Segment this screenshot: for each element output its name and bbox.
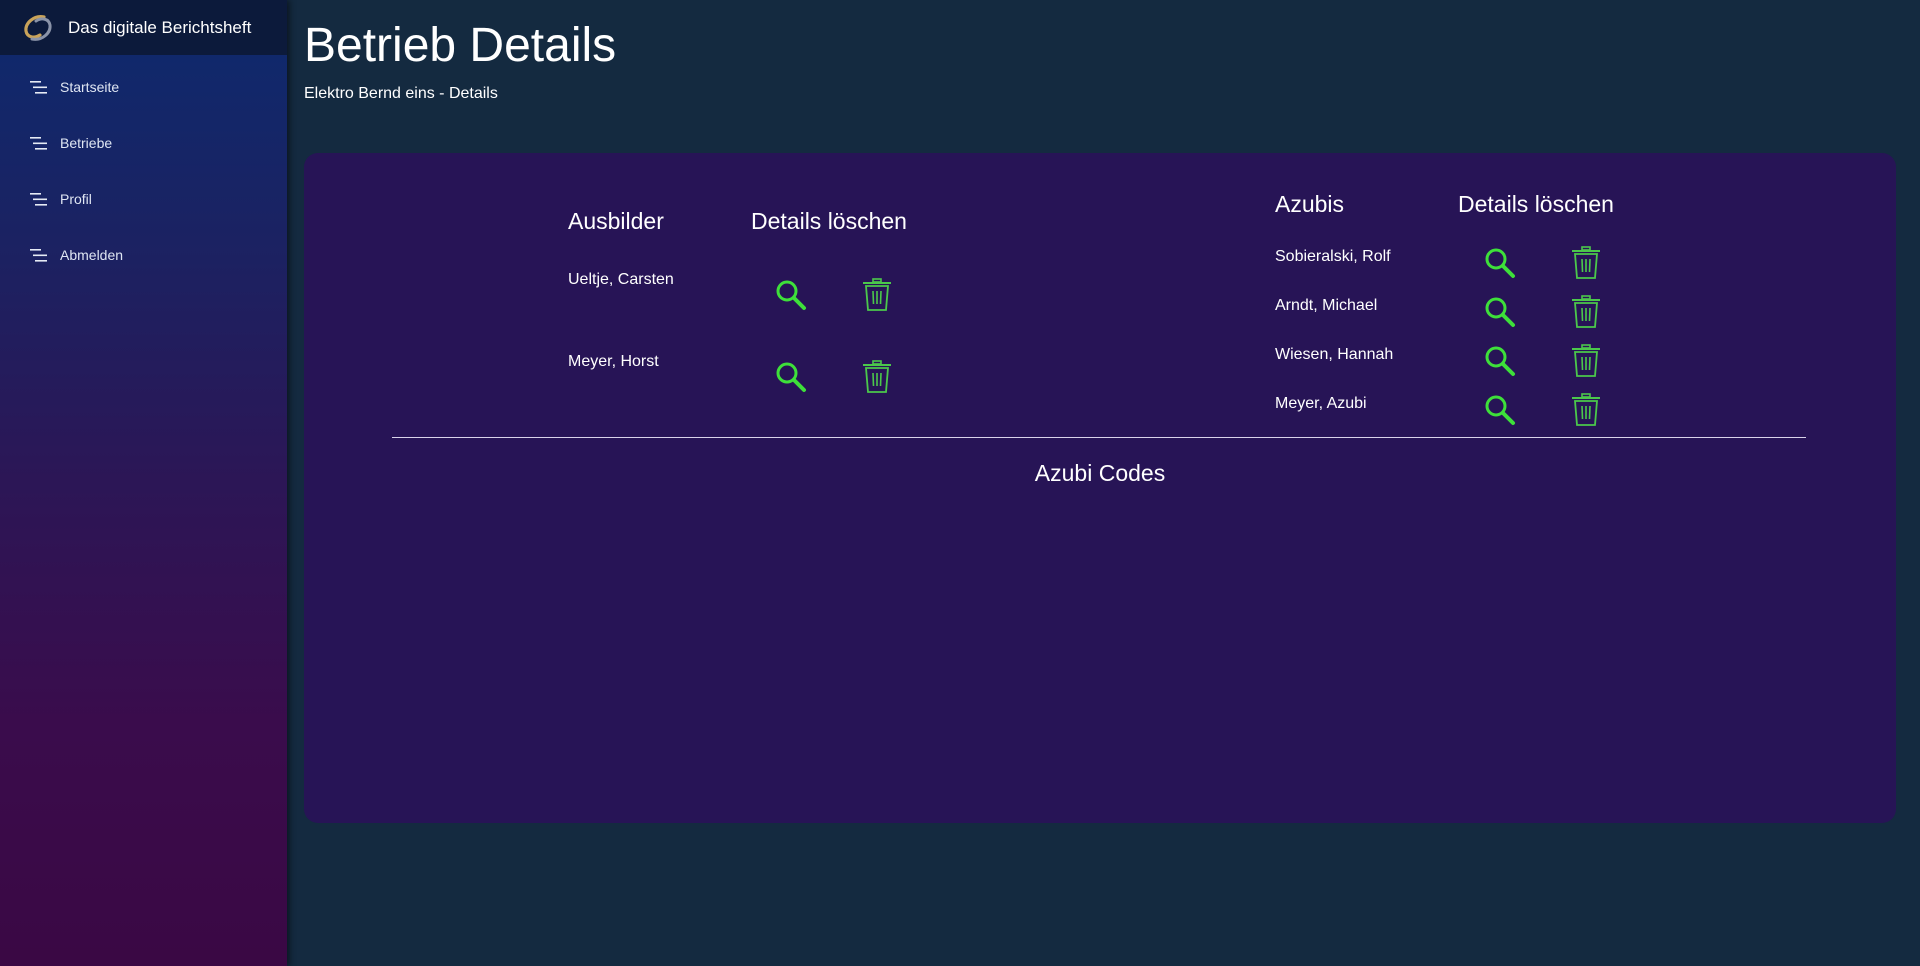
azubi-name: Meyer, Azubi <box>1275 395 1367 412</box>
delete-button[interactable] <box>859 277 895 313</box>
sidebar-item-profil[interactable]: Profil <box>0 171 287 227</box>
menu-lines-icon <box>30 248 47 262</box>
sidebar-item-label: Abmelden <box>60 247 124 263</box>
trash-icon <box>1572 393 1600 426</box>
sidebar-item-abmelden[interactable]: Abmelden <box>0 227 287 283</box>
menu-lines-icon <box>30 80 47 94</box>
details-button[interactable] <box>773 359 809 395</box>
search-icon <box>1485 395 1515 425</box>
azubis-heading: Azubis <box>1275 191 1345 217</box>
azubi-codes-heading: Azubi Codes <box>1034 460 1166 486</box>
sidebar-item-betriebe[interactable]: Betriebe <box>0 115 287 171</box>
ausbilder-actions-heading: Details löschen <box>751 208 907 234</box>
ausbilder-name: Meyer, Horst <box>568 353 659 370</box>
sidebar-nav: Startseite Betriebe Profil Abmelden <box>0 59 287 283</box>
delete-button[interactable] <box>1568 245 1604 281</box>
delete-button[interactable] <box>1568 294 1604 330</box>
trash-icon <box>863 360 891 393</box>
section-divider <box>392 437 1806 438</box>
menu-lines-icon <box>30 192 47 206</box>
azubi-name: Arndt, Michael <box>1275 297 1378 314</box>
details-button[interactable] <box>773 277 809 313</box>
trash-icon <box>1572 344 1600 377</box>
azubi-name: Wiesen, Hannah <box>1275 346 1394 363</box>
ausbilder-heading: Ausbilder <box>568 208 664 234</box>
trash-icon <box>1572 246 1600 279</box>
details-card: Ausbilder Details löschen Ueltje, Carste… <box>304 153 1896 823</box>
delete-button[interactable] <box>859 359 895 395</box>
search-icon <box>776 280 806 310</box>
search-icon <box>1485 297 1515 327</box>
sidebar-item-label: Startseite <box>60 79 120 95</box>
azubis-actions-heading: Details löschen <box>1458 191 1614 217</box>
brand-title: Das digitale Berichtsheft <box>68 17 252 37</box>
delete-button[interactable] <box>1568 392 1604 428</box>
azubi-name: Sobieralski, Rolf <box>1275 248 1391 265</box>
sidebar-item-startseite[interactable]: Startseite <box>0 59 287 115</box>
page-subtitle: Elektro Bernd eins - Details <box>304 85 498 102</box>
brand-bar[interactable]: Das digitale Berichtsheft <box>0 0 287 55</box>
search-icon <box>776 362 806 392</box>
menu-lines-icon <box>30 136 47 150</box>
trash-icon <box>1572 295 1600 328</box>
search-icon <box>1485 346 1515 376</box>
delete-button[interactable] <box>1568 343 1604 379</box>
sidebar-item-label: Profil <box>60 191 92 207</box>
app-logo-icon <box>24 14 52 41</box>
details-button[interactable] <box>1482 343 1518 379</box>
page-title: Betrieb Details <box>304 19 617 72</box>
details-button[interactable] <box>1482 294 1518 330</box>
sidebar-item-label: Betriebe <box>60 135 113 151</box>
sidebar: Das digitale Berichtsheft Startseite Bet… <box>0 0 287 966</box>
trash-icon <box>863 278 891 311</box>
details-button[interactable] <box>1482 245 1518 281</box>
details-button[interactable] <box>1482 392 1518 428</box>
ausbilder-name: Ueltje, Carsten <box>568 271 674 288</box>
search-icon <box>1485 248 1515 278</box>
